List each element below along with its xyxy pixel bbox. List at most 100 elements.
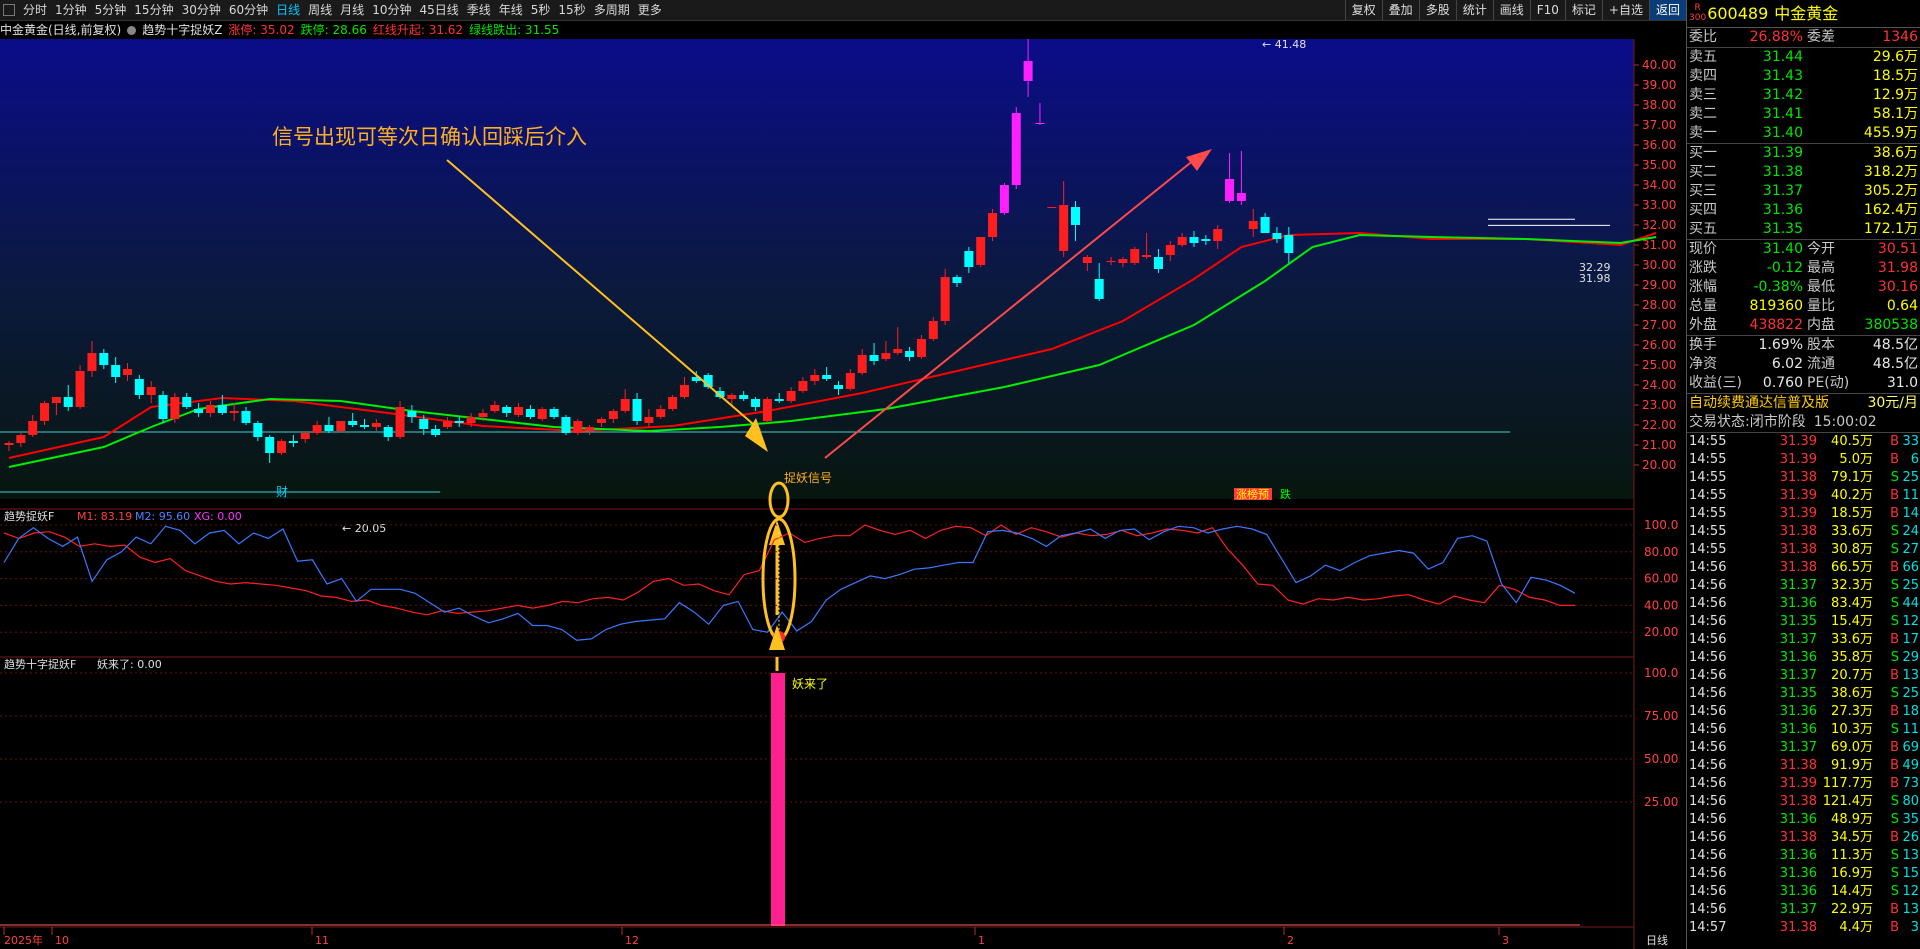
stat-value: 48.5亿 — [1872, 356, 1918, 372]
tick-count: 33 — [1902, 434, 1919, 449]
price-chart-background — [0, 39, 1634, 499]
candle-body — [194, 409, 204, 413]
tick-side: S — [1890, 812, 1899, 827]
toolbar-button-3[interactable]: 统计 — [1455, 0, 1493, 20]
period-tab-3[interactable]: 15分钟 — [130, 0, 177, 20]
tick-volume: 4.4万 — [1839, 920, 1873, 935]
stat-value: 31.98 — [1877, 260, 1918, 276]
tick-row: 14:55 31.38 79.1万 S 25 — [1687, 469, 1920, 487]
period-tab-10[interactable]: 45日线 — [415, 0, 462, 20]
y-tick-label: 27.00 — [1642, 318, 1676, 332]
stat-value: 6.02 — [1771, 356, 1803, 372]
y-tick-label: 39.00 — [1642, 78, 1676, 92]
candle-body — [146, 387, 156, 395]
tick-price: 31.38 — [1779, 560, 1817, 575]
tick-price: 31.39 — [1779, 776, 1817, 791]
candle-body — [1106, 261, 1116, 262]
candle-body — [324, 425, 334, 431]
candle-body — [1071, 207, 1080, 225]
stats2-row-2: 收益(三) 0.760 PE(动) 31.0 — [1687, 374, 1920, 393]
toolbar-button-2[interactable]: 多股 — [1418, 0, 1456, 20]
period-tab-11[interactable]: 季线 — [463, 0, 495, 20]
cai-label: 财 — [276, 485, 288, 499]
period-tab-0[interactable]: 分时 — [19, 0, 51, 20]
indicator3-title[interactable]: 趋势十字捉妖F — [4, 657, 76, 671]
period-tab-7[interactable]: 周线 — [304, 0, 336, 20]
toolbar-button-1[interactable]: 叠加 — [1381, 0, 1419, 20]
toolbar-button-4[interactable]: 画线 — [1492, 0, 1530, 20]
candle-body — [916, 339, 926, 357]
tick-row: 14:56 31.37 32.3万 S 25 — [1687, 577, 1920, 595]
toolbar-button-8[interactable]: 返回 — [1648, 0, 1686, 20]
tick-count: 35 — [1902, 812, 1919, 827]
period-tab-6[interactable]: 日线 — [272, 0, 304, 20]
stats-row-2: 涨幅 -0.38% 最低 30.16 — [1687, 278, 1920, 297]
y-tick-label: 26.00 — [1642, 338, 1676, 352]
indicator-value-3: 绿线跌出: 31.55 — [469, 23, 560, 37]
toolbar-button-5[interactable]: F10 — [1529, 0, 1565, 20]
period-tab-13[interactable]: 5秒 — [527, 0, 555, 20]
stat-label: 换手 — [1689, 337, 1717, 353]
stat-label: 今开 — [1807, 241, 1835, 257]
candle-body — [1011, 113, 1021, 185]
toolbar-button-7[interactable]: +自选 — [1601, 0, 1649, 20]
tick-count: 25 — [1902, 686, 1919, 701]
x-tick-label: 3 — [1502, 934, 1509, 947]
period-toolbar: 分时 1分钟 5分钟 15分钟 30分钟 60分钟 日线 周线 月线 10分钟 45日线 季线 年线 5秒… — [0, 0, 1686, 21]
candle-body — [265, 437, 275, 453]
tick-list[interactable]: 14:55 31.39 40.5万 B 33 14:55 31.39 5.0万 B 6 14:55 3… — [1687, 433, 1920, 937]
stats-row-3: 总量 819360 量比 0.64 — [1687, 297, 1920, 316]
period-tab-14[interactable]: 15秒 — [554, 0, 589, 20]
period-tab-15[interactable]: 多周期 — [590, 0, 634, 20]
candle-body — [620, 399, 630, 411]
tick-volume: 83.4万 — [1831, 596, 1873, 611]
period-tab-4[interactable]: 30分钟 — [178, 0, 225, 20]
indicator-name[interactable]: 趋势十字捉妖Z — [142, 23, 222, 37]
toolbar-menu-icon[interactable] — [3, 4, 15, 16]
asks-row-0: 卖五 31.44 29.6万 — [1687, 48, 1920, 67]
quote-stats-2: 换手 1.69% 股本 48.5亿 净资 6.02 流通 48.5亿 收益(三) 0.760 PE(… — [1687, 336, 1920, 394]
price-chart[interactable]: 40.00 39.00 38.00 37.00 36.00 35.00 34.00 33.00… — [0, 39, 1686, 949]
stat-label: 股本 — [1807, 337, 1835, 353]
tick-row: 14:56 31.37 69.0万 B 69 — [1687, 739, 1920, 757]
candle-body — [28, 421, 38, 435]
tick-side: B — [1890, 668, 1899, 683]
toolbar-button-6[interactable]: 标记 — [1564, 0, 1602, 20]
stat-value: 438822 — [1749, 317, 1803, 333]
period-tab-2[interactable]: 5分钟 — [91, 0, 131, 20]
stat-value: 0.64 — [1886, 298, 1918, 314]
period-tab-16[interactable]: 更多 — [634, 0, 666, 20]
period-tab-1[interactable]: 1分钟 — [51, 0, 91, 20]
period-tab-9[interactable]: 10分钟 — [368, 0, 415, 20]
period-tab-8[interactable]: 月线 — [336, 0, 368, 20]
candle-body — [988, 213, 998, 237]
y-tick-label: 33.00 — [1642, 198, 1676, 212]
candle-body — [253, 423, 263, 437]
stock-title: 中金黄金(日线,前复权) — [0, 23, 122, 37]
candle-body — [549, 409, 559, 417]
indicator-settings-icon[interactable] — [127, 26, 137, 35]
indicator2-title[interactable]: 趋势捉妖F — [4, 509, 54, 523]
tick-side: B — [1890, 560, 1899, 575]
tick-time: 14:56 — [1689, 884, 1727, 899]
high-label: ← 41.48 — [1262, 39, 1306, 51]
toolbar-button-0[interactable]: 复权 — [1344, 0, 1382, 20]
candle-body — [312, 425, 322, 433]
y-tick-label: 23.00 — [1642, 398, 1676, 412]
candle-body — [419, 419, 429, 429]
candle-body — [99, 353, 109, 365]
tick-count: 3 — [1910, 920, 1919, 935]
tick-volume: 22.9万 — [1831, 902, 1873, 917]
candle-body — [881, 353, 891, 359]
candle-body — [893, 349, 903, 353]
tick-row: 14:56 31.38 66.5万 B 66 — [1687, 559, 1920, 577]
tick-side: S — [1890, 614, 1899, 629]
promo-row[interactable]: 自动续费通达信普及版 30元/月 — [1687, 394, 1920, 413]
stat-value: 48.5亿 — [1872, 337, 1918, 353]
level-price: 31.41 — [1762, 106, 1803, 122]
tick-count: 80 — [1902, 794, 1919, 809]
period-tab-12[interactable]: 年线 — [495, 0, 527, 20]
period-tab-5[interactable]: 60分钟 — [225, 0, 272, 20]
candle-body — [277, 441, 287, 453]
level-price: 31.35 — [1762, 221, 1803, 237]
